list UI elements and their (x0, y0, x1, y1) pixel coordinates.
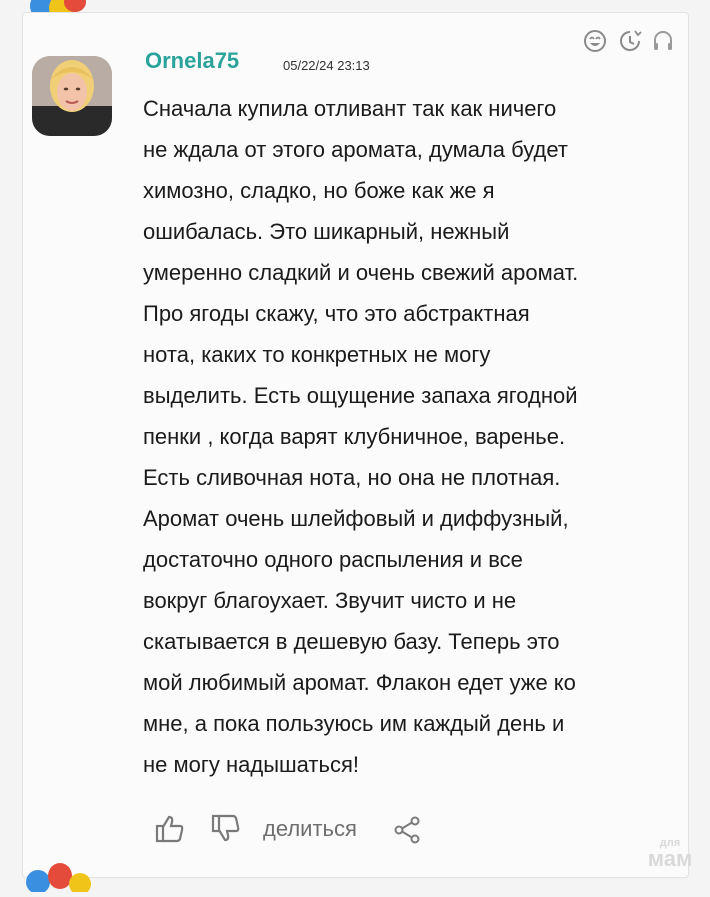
review-line: Аромат очень шлейфовый и диффузный, (143, 506, 569, 531)
like-icon (155, 815, 184, 843)
post-timestamp: 05/22/24 23:13 (283, 58, 370, 73)
review-line: скатывается в дешевую базу. Теперь это (143, 629, 560, 654)
review-line: Про ягоды скажу, что это абстрактная (143, 301, 530, 326)
smiley-icon[interactable] (582, 28, 608, 59)
review-line: Есть сливочная нота, но она не плотная. (143, 465, 561, 490)
site-watermark: для мам (640, 838, 700, 871)
watermark-bottom: мам (647, 846, 693, 871)
avatar[interactable] (32, 56, 112, 136)
review-line: выделить. Есть ощущение запаха ягодной (143, 383, 578, 408)
headphones-icon[interactable] (652, 28, 674, 59)
review-line: мой любимый аромат. Флакон едет уже ко (143, 670, 576, 695)
share-button[interactable]: делиться (263, 816, 357, 842)
post-actions: делиться (155, 812, 435, 848)
review-line: не могу надышаться! (143, 752, 359, 777)
review-line: достаточно одного распыления и все (143, 547, 523, 572)
review-line: химозно, сладко, но боже как же я (143, 178, 495, 203)
balloon-icon (26, 863, 91, 895)
review-line: нота, каких то конкретных не могу (143, 342, 491, 367)
review-line: Сначала купила отливант так как ничего (143, 96, 557, 121)
username[interactable]: Ornela75 (145, 48, 239, 74)
dislike-button[interactable] (211, 812, 243, 851)
top-icons-bar (578, 28, 678, 54)
review-line: ошибалась. Это шикарный, нежный (143, 219, 510, 244)
review-line: мне, а пока пользуюсь им каждый день и (143, 711, 565, 736)
review-line: умеренно сладкий и очень свежий аромат. (143, 260, 579, 285)
like-button[interactable] (155, 812, 187, 851)
avatar-photo (32, 56, 112, 136)
review-line: вокруг благоухает. Звучит чисто и не (143, 588, 517, 613)
clock-icon[interactable] (616, 28, 644, 59)
balloons-decoration-bottom (20, 852, 100, 895)
review-line: не ждала от этого аромата, думала будет (143, 137, 568, 162)
review-line: пенки , когда варят клубничное, варенье. (143, 424, 566, 449)
review-text: Сначала купила отливант так как ничего н… (143, 88, 688, 785)
share-icon[interactable] (393, 816, 421, 849)
dislike-icon (211, 814, 240, 842)
